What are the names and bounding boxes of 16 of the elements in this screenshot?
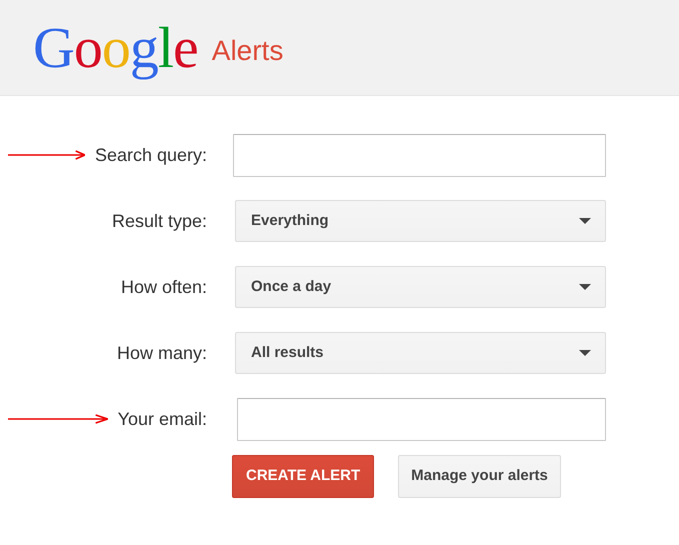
dropdown[interactable]: All results — [235, 332, 606, 374]
product-title: Alerts — [212, 34, 284, 68]
caret-icon — [579, 284, 591, 290]
field-label: Your email: — [118, 408, 207, 430]
manage-button[interactable]: Manage your alerts — [398, 455, 561, 498]
field-label: How many: — [116, 342, 207, 365]
field-label: How often: — [120, 276, 207, 298]
dropdown[interactable]: Everything — [235, 200, 606, 242]
input-field[interactable] — [237, 398, 606, 440]
create-button[interactable]: CREATE ALERT — [232, 455, 374, 498]
caret-icon — [579, 350, 591, 356]
field-label: Result type: — [112, 210, 207, 233]
field-label: Search query: — [94, 144, 207, 167]
input-field[interactable] — [233, 134, 606, 176]
caret-icon — [579, 218, 591, 224]
dropdown[interactable]: Once a day — [235, 266, 606, 308]
